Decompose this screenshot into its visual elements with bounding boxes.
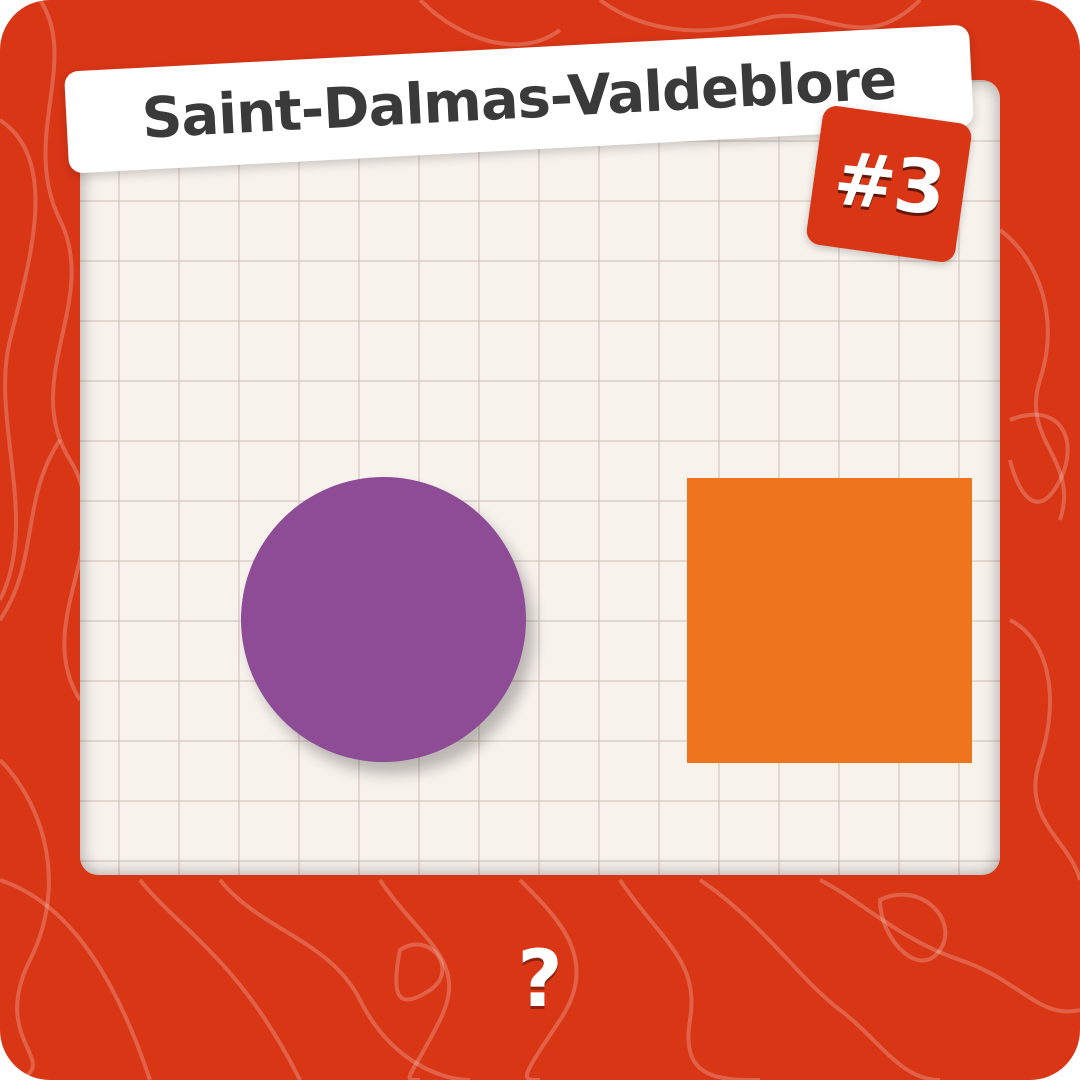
purple-circle-shape — [241, 477, 526, 762]
question-mark: ? — [517, 935, 563, 1025]
page-title: Saint-Dalmas-Valdeblore — [140, 46, 898, 152]
number-badge: #3 — [804, 104, 974, 264]
orange-square-shape — [687, 478, 972, 763]
quiz-card: Saint-Dalmas-Valdeblore #3 ? — [0, 0, 1080, 1080]
badge-label: #3 — [830, 135, 948, 233]
